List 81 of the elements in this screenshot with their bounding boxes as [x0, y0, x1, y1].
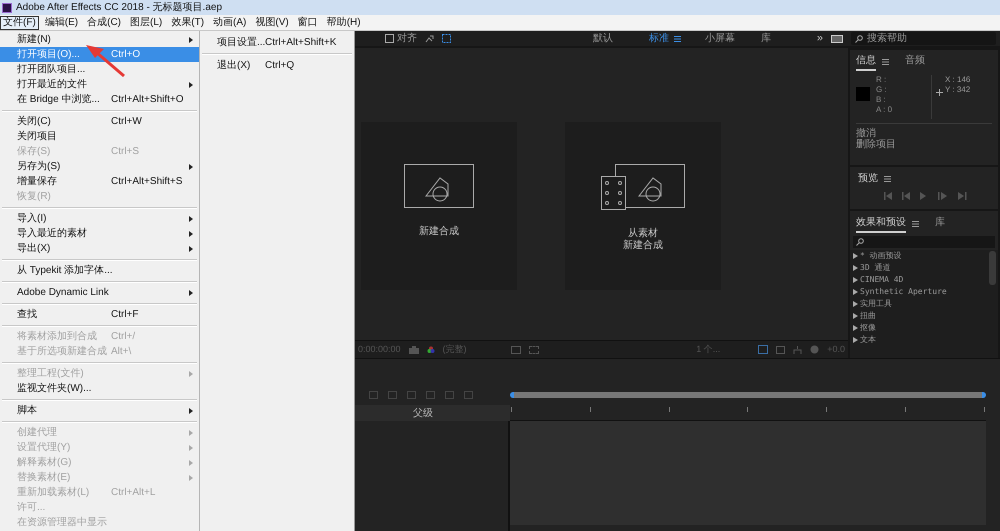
effect-category[interactable]: 文本: [860, 334, 876, 346]
menu-item[interactable]: 退出(X) Ctrl+Q: [200, 58, 354, 73]
column-label: 父级: [413, 406, 433, 420]
effect-category[interactable]: Synthetic Aperture: [860, 286, 947, 298]
coordinate-value: X : 146: [945, 75, 970, 85]
workspace-tab[interactable]: 小屏幕: [704, 31, 735, 46]
menu-bar-item[interactable]: 效果(T): [168, 16, 208, 30]
menu-item[interactable]: 导入(I): [0, 211, 199, 226]
workspace-tab[interactable]: 库: [760, 31, 771, 46]
panel-menu-icon[interactable]: [882, 59, 889, 65]
composition-card[interactable]: 从素材 新建合成: [565, 122, 721, 290]
workspace-tab[interactable]: 默认: [592, 31, 613, 46]
scrollbar[interactable]: [989, 251, 996, 285]
menu-item[interactable]: 关闭项目: [0, 129, 199, 144]
panel-tab[interactable]: 信息: [856, 53, 876, 71]
effect-category[interactable]: 3D 通道: [860, 262, 890, 274]
menu-item[interactable]: 新建(N): [0, 32, 199, 47]
menu-bar-item[interactable]: 动画(A): [210, 16, 250, 30]
menu-bar-item[interactable]: 图层(L): [127, 16, 166, 30]
panel-title: 预览: [858, 172, 878, 186]
panel-menu-icon[interactable]: [912, 221, 919, 227]
menu-bar-item[interactable]: 合成(C): [84, 16, 124, 30]
panel-menu-icon[interactable]: [674, 36, 681, 42]
menu-item[interactable]: Adobe Dynamic Link: [0, 285, 199, 300]
history-item: 删除项目: [856, 139, 897, 150]
menu-item[interactable]: 关闭(C) Ctrl+W: [0, 114, 199, 129]
menu-item[interactable]: 脚本: [0, 403, 199, 418]
grid-icon[interactable]: [442, 34, 451, 43]
panel-tab[interactable]: 音频: [905, 53, 925, 71]
search-field[interactable]: 搜索帮助: [851, 32, 996, 45]
card-label: 新建合成: [419, 226, 459, 238]
effects-search-field[interactable]: [853, 236, 995, 248]
menu-item[interactable]: 导出(X): [0, 241, 199, 256]
snap-checkbox[interactable]: [385, 34, 394, 43]
menu-item[interactable]: 监视文件夹(W)...: [0, 381, 199, 396]
snap-label: 对齐: [397, 32, 417, 46]
channel-value: R :: [876, 75, 888, 85]
color-swatch: [856, 87, 870, 101]
panel-toggle-icon[interactable]: [831, 34, 843, 42]
color-wheel-icon[interactable]: [426, 346, 435, 354]
menu-bar-item[interactable]: 视图(V): [252, 16, 292, 30]
effect-category[interactable]: 抠像: [860, 322, 876, 334]
window-title: Adobe After Effects CC 2018 - 无标题项目.aep: [16, 0, 222, 15]
coordinate-value: Y : 342: [945, 85, 970, 95]
menu-bar-item[interactable]: 文件(F): [0, 16, 39, 30]
crosshair-icon: [936, 89, 943, 96]
footage-composition-icon: [601, 164, 685, 210]
expand-icon[interactable]: [425, 34, 434, 42]
menu-item[interactable]: 在 Bridge 中浏览... Ctrl+Alt+Shift+O: [0, 92, 199, 107]
menu-item[interactable]: 从 Typekit 添加字体...: [0, 263, 199, 278]
card-label: 新建合成: [623, 240, 663, 252]
effect-category[interactable]: CINEMA 4D: [860, 274, 904, 286]
menu-item[interactable]: 另存为(S): [0, 159, 199, 174]
menu-item[interactable]: 项目设置...Ctrl+Alt+Shift+K: [200, 35, 354, 50]
composition-card[interactable]: 新建合成: [361, 122, 517, 290]
effect-category[interactable]: 实用工具: [860, 298, 892, 310]
menu-item[interactable]: 打开团队项目...: [0, 62, 199, 77]
channel-value: G :: [876, 85, 888, 95]
menu-item[interactable]: 导入最近的素材: [0, 226, 199, 241]
panel-tab[interactable]: 效果和预设: [856, 215, 906, 233]
menu-bar-item[interactable]: 编辑(E): [42, 16, 82, 30]
search-icon: [855, 34, 863, 42]
menu-item[interactable]: 增量保存 Ctrl+Alt+Shift+S: [0, 174, 199, 189]
panel-menu-icon[interactable]: [884, 176, 891, 182]
history-item: 撤消: [856, 128, 877, 139]
effect-category[interactable]: * 动画预设: [860, 250, 902, 262]
menu-item[interactable]: 打开最近的文件: [0, 77, 199, 92]
card-label: 从素材: [628, 228, 658, 240]
menu-item[interactable]: 查找 Ctrl+F: [0, 307, 199, 322]
app-logo-icon: [2, 2, 12, 12]
fast-preview-icon[interactable]: [758, 345, 768, 354]
search-icon: [856, 238, 865, 246]
menu-bar-item[interactable]: 帮助(H): [324, 16, 364, 30]
panel-tab[interactable]: 库: [935, 215, 945, 233]
workspace-tab[interactable]: 标准: [648, 31, 669, 46]
effect-category[interactable]: 扭曲: [860, 310, 876, 322]
composition-icon: [404, 164, 474, 208]
overflow-button[interactable]: »: [816, 30, 823, 47]
channel-value: B :: [876, 95, 887, 105]
menu-bar-item[interactable]: 窗口: [294, 16, 321, 30]
channel-value: A : 0: [876, 105, 894, 115]
